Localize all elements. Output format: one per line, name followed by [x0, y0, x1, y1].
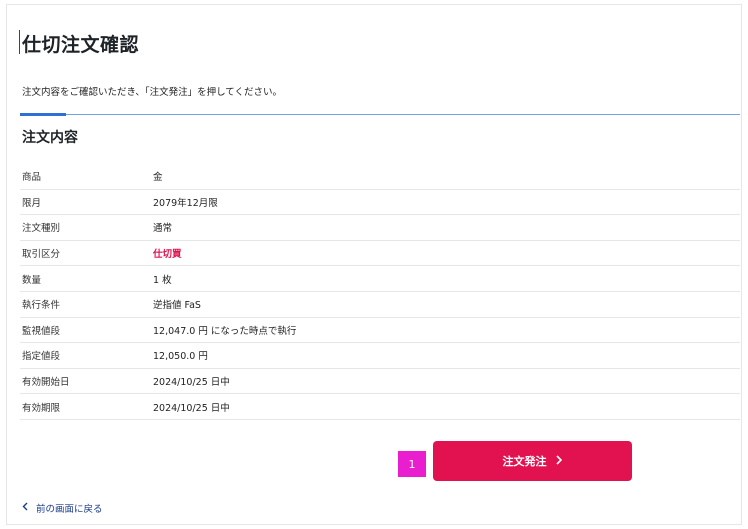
detail-label: 取引区分	[22, 249, 61, 261]
detail-value-trade-type: 仕切買	[153, 249, 182, 261]
page-title: 仕切注文確認	[22, 34, 140, 56]
detail-value: 2024/10/25 日中	[153, 402, 230, 414]
detail-label: 限月	[22, 197, 42, 209]
text-cursor	[19, 30, 20, 54]
section-title: 注文内容	[22, 130, 78, 146]
detail-label: 有効開始日	[22, 377, 70, 389]
detail-label: 監視値段	[22, 325, 61, 337]
detail-label: 指定値段	[22, 351, 61, 363]
detail-row-product: 商品 金	[20, 164, 740, 190]
detail-row-contract-month: 限月 2079年12月限	[20, 190, 740, 216]
detail-row-expiry: 有効期限 2024/10/25 日中	[20, 394, 740, 420]
detail-value: 2079年12月限	[153, 197, 218, 209]
detail-row-execution-condition: 執行条件 逆指値 FaS	[20, 292, 740, 318]
tab-active-indicator	[20, 113, 66, 116]
detail-label: 有効期限	[22, 402, 61, 414]
order-details-table: 商品 金 限月 2079年12月限 注文種別 通常 取引区分 仕切買 数量 1 …	[20, 164, 740, 420]
detail-label: 商品	[22, 172, 42, 184]
detail-row-limit-price: 指定値段 12,050.0 円	[20, 343, 740, 369]
chevron-left-icon	[22, 502, 28, 514]
detail-value: 金	[153, 172, 163, 184]
detail-row-trade-type: 取引区分 仕切買	[20, 241, 740, 267]
back-link-label: 前の画面に戻る	[36, 504, 103, 515]
detail-value: 12,047.0 円 になった時点で執行	[153, 325, 297, 337]
instruction-text: 注文内容をご確認いただき、「注文発注」を押してください。	[22, 87, 283, 98]
detail-value: 2024/10/25 日中	[153, 377, 230, 389]
step-badge: 1	[398, 451, 426, 477]
tab-underline	[20, 114, 740, 115]
back-link[interactable]: 前の画面に戻る	[22, 501, 103, 515]
detail-value: 1 枚	[153, 274, 172, 286]
detail-row-start-date: 有効開始日 2024/10/25 日中	[20, 369, 740, 395]
detail-row-trigger-price: 監視値段 12,047.0 円 になった時点で執行	[20, 318, 740, 344]
detail-label: 執行条件	[22, 300, 61, 312]
detail-row-quantity: 数量 1 枚	[20, 266, 740, 292]
chevron-right-icon	[555, 454, 563, 468]
place-order-label: 注文発注	[502, 455, 547, 468]
detail-value: 12,050.0 円	[153, 351, 208, 363]
detail-label: 数量	[22, 274, 42, 286]
detail-value: 逆指値 FaS	[153, 300, 201, 312]
detail-row-order-type: 注文種別 通常	[20, 215, 740, 241]
detail-label: 注文種別	[22, 223, 61, 235]
detail-value: 通常	[153, 223, 173, 235]
place-order-button[interactable]: 注文発注	[433, 441, 632, 481]
